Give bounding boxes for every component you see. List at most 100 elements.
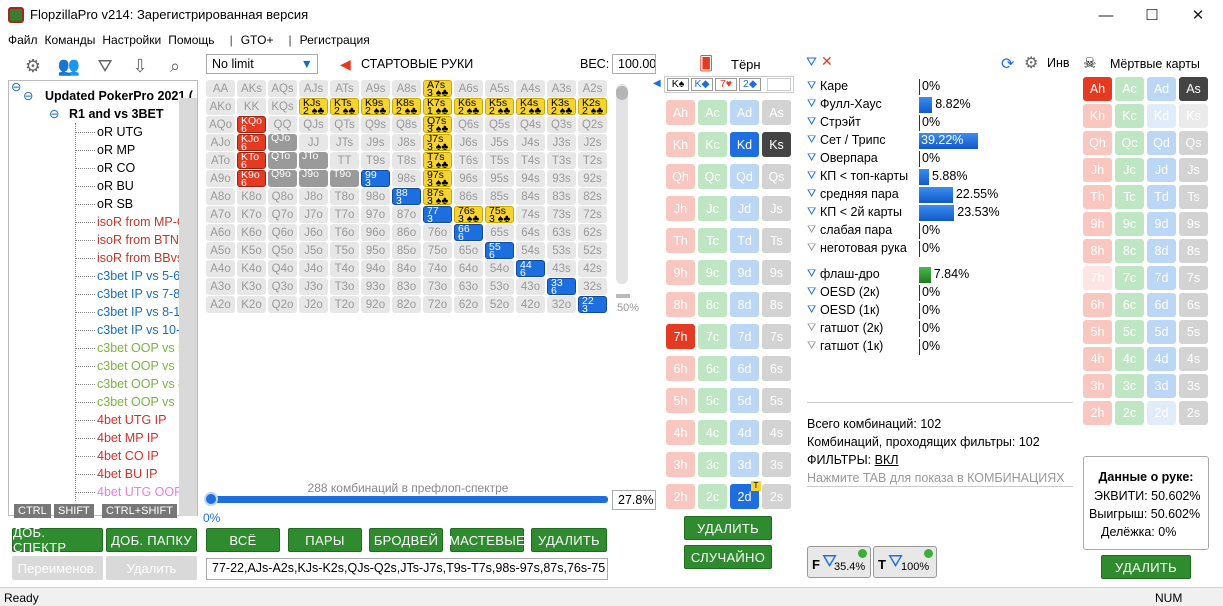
hand-cell[interactable]: J8s: [392, 134, 421, 151]
hand-cell[interactable]: Q8o: [268, 188, 297, 205]
dead-card[interactable]: 2h: [1083, 401, 1112, 425]
hand-cell[interactable]: J3o: [299, 278, 328, 295]
hand-cell[interactable]: T9s: [361, 152, 390, 169]
turn-card[interactable]: 7s: [762, 324, 791, 349]
hand-cell[interactable]: Q7s 3 ♠♣: [423, 116, 452, 134]
invert-label[interactable]: Инв: [1047, 56, 1070, 70]
dead-card[interactable]: 3c: [1115, 374, 1144, 398]
hand-cell[interactable]: 74s: [516, 206, 545, 223]
board-card[interactable]: 2◆: [739, 78, 761, 91]
hand-cell[interactable]: T7o: [330, 206, 359, 223]
hand-cell[interactable]: KJs 2 ♠♣: [299, 98, 328, 116]
menu-item[interactable]: Настройки: [102, 33, 168, 47]
hand-cell[interactable]: 84o: [392, 260, 421, 277]
hand-cell[interactable]: T6o: [330, 224, 359, 241]
hand-cell[interactable]: 86o: [392, 224, 421, 241]
all-button[interactable]: ВСЁ: [206, 528, 280, 552]
hand-cell[interactable]: 93s: [547, 170, 576, 187]
turn-card[interactable]: Td: [730, 228, 759, 253]
tree-item[interactable]: c3bet IP vs 5-6%: [97, 267, 191, 285]
filter-icon[interactable]: ⛛: [807, 116, 816, 129]
hand-cell[interactable]: K9o 6: [237, 170, 266, 188]
dead-card[interactable]: Qh: [1083, 131, 1112, 155]
filter-icon[interactable]: ⛛: [807, 206, 816, 219]
hand-cell[interactable]: QJo: [268, 133, 297, 151]
hand-cell[interactable]: Q6o: [268, 224, 297, 241]
delete-range-button[interactable]: Удалить: [106, 556, 197, 580]
hand-cell[interactable]: J5o: [299, 242, 328, 259]
hand-cell[interactable]: KQo 6: [237, 116, 266, 134]
hand-cell[interactable]: Q2o: [268, 296, 297, 313]
dead-card[interactable]: Tc: [1115, 185, 1144, 209]
hand-cell[interactable]: J9o: [299, 169, 328, 187]
hand-cell[interactable]: AJs: [299, 80, 328, 97]
hand-cell[interactable]: ATo: [206, 152, 235, 169]
turn-card[interactable]: 2h: [666, 484, 695, 509]
hand-cell[interactable]: 32s: [578, 278, 607, 295]
hand-cell[interactable]: 82s: [578, 188, 607, 205]
hand-cell[interactable]: Q4o: [268, 260, 297, 277]
dead-card[interactable]: Ac: [1115, 77, 1144, 101]
dead-card[interactable]: 7c: [1115, 266, 1144, 290]
refresh-icon[interactable]: ⟳: [1001, 54, 1014, 74]
hand-cell[interactable]: QTo: [268, 151, 297, 169]
hand-cell[interactable]: Q5o: [268, 242, 297, 259]
turn-card[interactable]: 2d T: [730, 481, 761, 509]
hand-cell[interactable]: 42s: [578, 260, 607, 277]
hand-cell[interactable]: 87o: [392, 206, 421, 223]
hand-cell[interactable]: 87s 3 ♠♣: [423, 188, 452, 206]
turn-card[interactable]: 7h: [666, 324, 695, 349]
hand-cell[interactable]: T3o: [330, 278, 359, 295]
hand-cell[interactable]: 53s: [547, 242, 576, 259]
tree-item[interactable]: c3bet OOP vs 12: [97, 393, 192, 411]
tree-item[interactable]: c3bet IP vs 7-8%: [97, 285, 191, 303]
clear-filter-icon[interactable]: ✕: [821, 53, 833, 70]
hand-cell[interactable]: 52s: [578, 242, 607, 259]
filter-icon[interactable]: ⛛: [807, 242, 816, 255]
hand-cell[interactable]: QJs: [299, 116, 328, 133]
hand-cell[interactable]: 95s: [485, 170, 514, 187]
tree-item[interactable]: oR MP: [97, 141, 135, 159]
dead-card[interactable]: 4h: [1083, 347, 1112, 371]
filter-icon[interactable]: ⛛: [807, 170, 816, 183]
hand-cell[interactable]: 54o: [485, 260, 514, 277]
hand-cell[interactable]: T6s: [454, 152, 483, 169]
hand-cell[interactable]: K6s 2 ♠♣: [454, 98, 483, 116]
board-card-empty[interactable]: [767, 78, 791, 91]
hand-cell[interactable]: 73s: [547, 206, 576, 223]
dead-card[interactable]: 7s: [1179, 266, 1208, 290]
hand-cell[interactable]: 54s: [516, 242, 545, 259]
hand-cell[interactable]: KK: [237, 98, 266, 115]
turn-card[interactable]: 6s: [762, 356, 791, 381]
hand-cell[interactable]: T4s: [516, 152, 545, 169]
hand-cell[interactable]: 96o: [361, 224, 390, 241]
dead-card[interactable]: 8h: [1083, 239, 1112, 263]
dead-card[interactable]: Td: [1147, 185, 1176, 209]
hand-cell[interactable]: K8o: [237, 188, 266, 205]
broadway-button[interactable]: БРОДВЕЙ: [369, 528, 443, 552]
hand-cell[interactable]: K3s 2 ♠♣: [547, 98, 576, 116]
dead-card[interactable]: 6c: [1115, 293, 1144, 317]
hand-cell[interactable]: 73o: [423, 278, 452, 295]
hand-cell[interactable]: T2s: [578, 152, 607, 169]
dead-card[interactable]: Jc: [1115, 158, 1144, 182]
hand-cell[interactable]: T2o: [330, 296, 359, 313]
menu-item[interactable]: Регистрация: [300, 33, 377, 47]
turn-card[interactable]: Qs: [762, 164, 791, 189]
hand-cell[interactable]: 42o: [516, 296, 545, 313]
pairs-button[interactable]: ПАРЫ: [288, 528, 362, 552]
hand-cell[interactable]: 84s: [516, 188, 545, 205]
menu-item[interactable]: GTO+: [241, 33, 281, 47]
tree-folder[interactable]: R1 and vs 3BET: [69, 105, 163, 123]
turn-card[interactable]: 2c: [698, 484, 727, 509]
range-progress-thumb[interactable]: [204, 492, 218, 506]
hand-cell[interactable]: 75s 3 ♠♣: [485, 206, 514, 224]
turn-card[interactable]: 7d: [730, 324, 759, 349]
dead-card[interactable]: Js: [1179, 158, 1208, 182]
dead-card[interactable]: 3d: [1147, 374, 1176, 398]
dead-card[interactable]: 2c: [1115, 401, 1144, 425]
gear-icon[interactable]: ⚙: [20, 54, 46, 78]
hand-cell[interactable]: A8o: [206, 188, 235, 205]
tree-item[interactable]: oR BU: [97, 177, 134, 195]
hand-cell[interactable]: 33 6: [547, 278, 576, 296]
